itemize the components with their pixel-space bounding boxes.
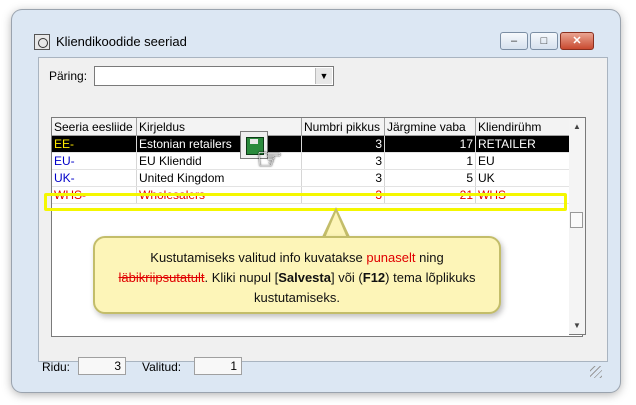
status-bar: Ridu: 3 Valitud: 1 xyxy=(38,355,606,379)
cell-prefix[interactable]: UK- xyxy=(52,169,137,187)
table-row[interactable]: EU- EU Kliendid 3 1 EU xyxy=(52,152,573,170)
vertical-scrollbar[interactable]: ▲ ▼ xyxy=(569,117,586,335)
minimize-button[interactable]: – xyxy=(500,32,528,50)
close-button[interactable]: ✕ xyxy=(560,32,594,50)
cell-length[interactable]: 3 xyxy=(301,169,385,187)
title-bar[interactable]: Kliendikoodide seeriad – □ ✕ xyxy=(20,30,616,56)
column-header-group[interactable]: Kliendirühm xyxy=(475,118,573,136)
callout-text-2: ning xyxy=(415,250,444,265)
cell-group[interactable]: EU xyxy=(475,152,573,170)
callout-text-1: Kustutamiseks valitud info kuvatakse xyxy=(150,250,367,265)
window-title: Kliendikoodide seeriad xyxy=(56,34,187,49)
close-icon: ✕ xyxy=(572,35,582,47)
cell-prefix[interactable]: EU- xyxy=(52,152,137,170)
scroll-down-icon[interactable]: ▼ xyxy=(570,318,584,333)
cell-length[interactable]: 3 xyxy=(301,152,385,170)
resize-grip-icon[interactable] xyxy=(590,366,602,378)
cell-next[interactable]: 5 xyxy=(384,169,476,187)
app-icon xyxy=(34,34,50,50)
rows-count: 3 xyxy=(78,357,126,375)
help-callout: Kustutamiseks valitud info kuvatakse pun… xyxy=(93,236,501,314)
table-row-selected[interactable]: EE- Estonian retailers 3 17 RETAILER xyxy=(52,135,573,153)
cell-length[interactable]: 3 xyxy=(301,135,385,153)
callout-pointer-fill xyxy=(325,212,347,238)
maximize-icon: □ xyxy=(540,35,548,47)
selected-count: 1 xyxy=(194,357,242,375)
callout-strike-word: läbikriipsutatult xyxy=(118,270,205,285)
scroll-thumb[interactable] xyxy=(570,212,583,228)
cell-next[interactable]: 17 xyxy=(384,135,476,153)
maximize-button[interactable]: □ xyxy=(530,32,558,50)
column-header-next[interactable]: Järgmine vaba xyxy=(384,118,476,136)
rows-label: Ridu: xyxy=(42,360,71,374)
cell-group[interactable]: RETAILER xyxy=(475,135,573,153)
callout-red-word: punaselt xyxy=(366,250,416,265)
cell-prefix[interactable]: EE- xyxy=(52,135,137,153)
callout-text-3: . Kliki nupul [ xyxy=(204,270,279,285)
table-row[interactable]: UK- United Kingdom 3 5 UK xyxy=(52,169,573,187)
column-header-prefix[interactable]: Seeria eesliide xyxy=(52,118,137,136)
query-select[interactable]: ▼ xyxy=(94,66,334,86)
chevron-down-icon[interactable]: ▼ xyxy=(315,68,332,84)
callout-save-word: Salvesta xyxy=(278,270,331,285)
column-header-description[interactable]: Kirjeldus xyxy=(136,118,302,136)
deleted-row-highlight xyxy=(44,193,567,211)
table-header: Seeria eesliide Kirjeldus Numbri pikkus … xyxy=(52,118,573,136)
query-label: Päring: xyxy=(49,69,88,83)
selected-label: Valitud: xyxy=(142,360,182,374)
cell-next[interactable]: 1 xyxy=(384,152,476,170)
minimize-icon: – xyxy=(510,35,518,47)
hand-pointer-icon: ☞ xyxy=(256,143,283,176)
column-header-length[interactable]: Numbri pikkus xyxy=(301,118,385,136)
callout-text-4: ] või ( xyxy=(330,270,363,285)
scroll-up-icon[interactable]: ▲ xyxy=(570,119,584,134)
callout-f12-word: F12 xyxy=(362,270,386,285)
cell-group[interactable]: UK xyxy=(475,169,573,187)
